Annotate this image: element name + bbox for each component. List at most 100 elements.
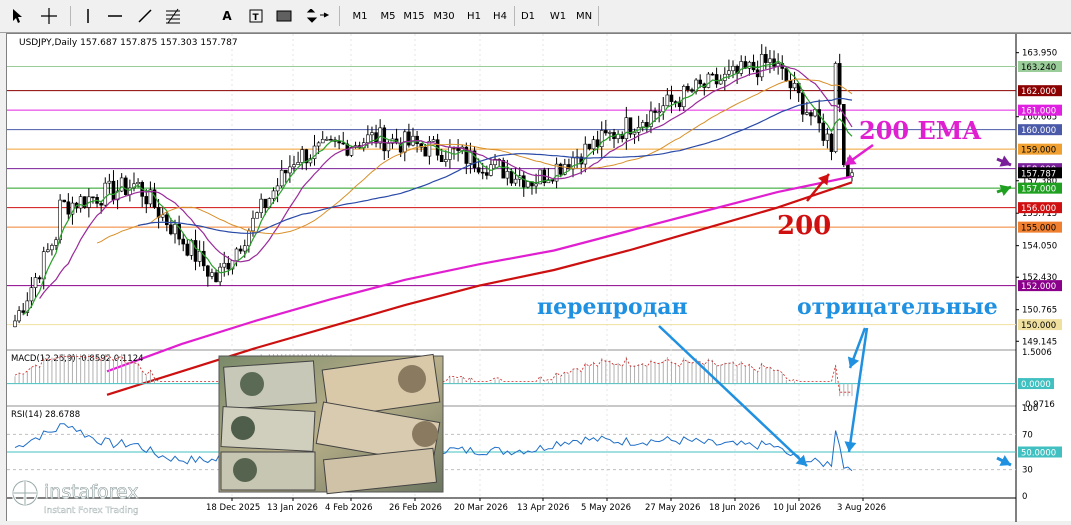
- timeframe-m30[interactable]: M30: [432, 4, 456, 28]
- candle-body: [222, 262, 227, 268]
- svg-text:T: T: [253, 13, 260, 23]
- candle-body: [431, 139, 436, 142]
- candle-body: [809, 112, 813, 117]
- candle-body: [366, 134, 370, 143]
- price-level-label: 150.000: [1021, 321, 1056, 331]
- fibonacci-icon[interactable]: [162, 4, 184, 28]
- text-icon[interactable]: A: [218, 4, 236, 28]
- date-label: 27 May 2026: [645, 503, 700, 513]
- candle-body: [768, 58, 772, 63]
- chart-canvas[interactable]: USDJPY,Daily 157.687 157.875 157.303 157…: [7, 34, 1071, 522]
- candle-body: [628, 117, 633, 135]
- candle-body: [690, 89, 694, 92]
- date-label: 4 Feb 2026: [325, 503, 373, 513]
- candle-body: [521, 175, 526, 188]
- vertical-line-icon[interactable]: [78, 4, 98, 28]
- date-label: 3 Aug 2026: [837, 503, 886, 513]
- candle-body: [251, 217, 255, 232]
- candle-body: [255, 212, 259, 219]
- rsi-50-label: 50.0000: [1021, 449, 1056, 459]
- candle-body: [505, 171, 510, 179]
- candle-body: [279, 169, 284, 187]
- candle-body: [288, 166, 292, 174]
- timeframe-d1[interactable]: D1: [516, 4, 540, 28]
- candle-body: [501, 160, 506, 179]
- timeframe-h1[interactable]: H1: [462, 4, 486, 28]
- timeframe-m15[interactable]: M15: [402, 4, 426, 28]
- price-level-label: 152.000: [1021, 282, 1056, 292]
- candle-body: [825, 133, 830, 141]
- candle-body: [653, 110, 657, 113]
- price-level-label: 160.000: [1021, 126, 1056, 136]
- candle-body: [54, 239, 58, 246]
- candle-body: [337, 141, 341, 144]
- candle-body: [718, 80, 723, 85]
- candle-body: [78, 196, 83, 209]
- candle-body: [325, 138, 329, 141]
- date-label: 26 Feb 2026: [389, 503, 442, 513]
- candle-body: [214, 272, 218, 283]
- candle-body: [509, 171, 514, 184]
- candle-body: [407, 131, 411, 146]
- candle-body: [526, 181, 530, 188]
- candle-body: [275, 185, 280, 192]
- ma-medium-line: [39, 65, 853, 299]
- rsi-tick-label: 30: [1022, 466, 1033, 476]
- label-icon[interactable]: T: [246, 4, 266, 28]
- candle-body: [378, 127, 382, 144]
- candle-body: [283, 169, 288, 174]
- rsi-label: RSI(14) 28.6788: [11, 410, 80, 420]
- candle-body: [17, 310, 21, 322]
- candle-body: [456, 148, 460, 151]
- trendline-icon[interactable]: [134, 4, 156, 28]
- candle-body: [686, 86, 690, 90]
- candle-body: [173, 223, 177, 235]
- candle-body: [91, 196, 95, 199]
- price-level-label: 161.000: [1021, 107, 1056, 117]
- date-label: 5 May 2026: [581, 503, 631, 513]
- arrows-icon[interactable]: [304, 4, 332, 28]
- horizontal-line-icon[interactable]: [104, 4, 126, 28]
- timeframe-m1[interactable]: M1: [348, 4, 372, 28]
- candle-body: [238, 248, 243, 252]
- candle-body: [136, 182, 140, 185]
- candle-body: [329, 138, 333, 141]
- chart-frame[interactable]: USDJPY,Daily 157.687 157.875 157.303 157…: [6, 33, 1071, 522]
- date-label: 13 Jan 2026: [267, 503, 318, 513]
- date-label: 18 Jun 2026: [709, 503, 760, 513]
- timeframe-w1[interactable]: W1: [546, 4, 570, 28]
- candle-body: [210, 272, 214, 277]
- candle-body: [218, 266, 222, 283]
- oversold-arrow: [658, 325, 808, 467]
- candle-body: [476, 167, 481, 173]
- candle-body: [21, 310, 26, 313]
- candle-body: [788, 80, 793, 89]
- candle-body: [513, 178, 518, 184]
- candle-body: [583, 143, 588, 165]
- candle-body: [320, 139, 325, 144]
- candle-body: [226, 262, 231, 270]
- price-tick-label: 163.950: [1022, 49, 1057, 59]
- candle-body: [792, 83, 797, 89]
- candle-body: [764, 54, 768, 63]
- candle-body: [242, 245, 247, 252]
- candle-body: [595, 139, 600, 147]
- timeframe-h4[interactable]: H4: [488, 4, 512, 28]
- macd-label: MACD(12,26,9) -0.8592 0.1124: [11, 354, 144, 364]
- candle-body: [103, 182, 108, 206]
- rectangle-icon[interactable]: [274, 4, 294, 28]
- candle-body: [833, 63, 838, 152]
- price-level-label: 159.000: [1021, 146, 1056, 156]
- candle-body: [751, 61, 756, 71]
- candle-body: [37, 277, 42, 280]
- crosshair-icon[interactable]: [36, 4, 62, 28]
- candle-body: [111, 180, 116, 201]
- cursor-icon[interactable]: [6, 4, 28, 28]
- candle-body: [99, 203, 103, 206]
- sma-200-annotation: 200: [777, 211, 831, 241]
- timeframe-mn[interactable]: MN: [572, 4, 596, 28]
- candle-body: [784, 68, 789, 82]
- candle-body: [33, 277, 38, 288]
- candle-body: [669, 94, 674, 102]
- timeframe-m5[interactable]: M5: [376, 4, 400, 28]
